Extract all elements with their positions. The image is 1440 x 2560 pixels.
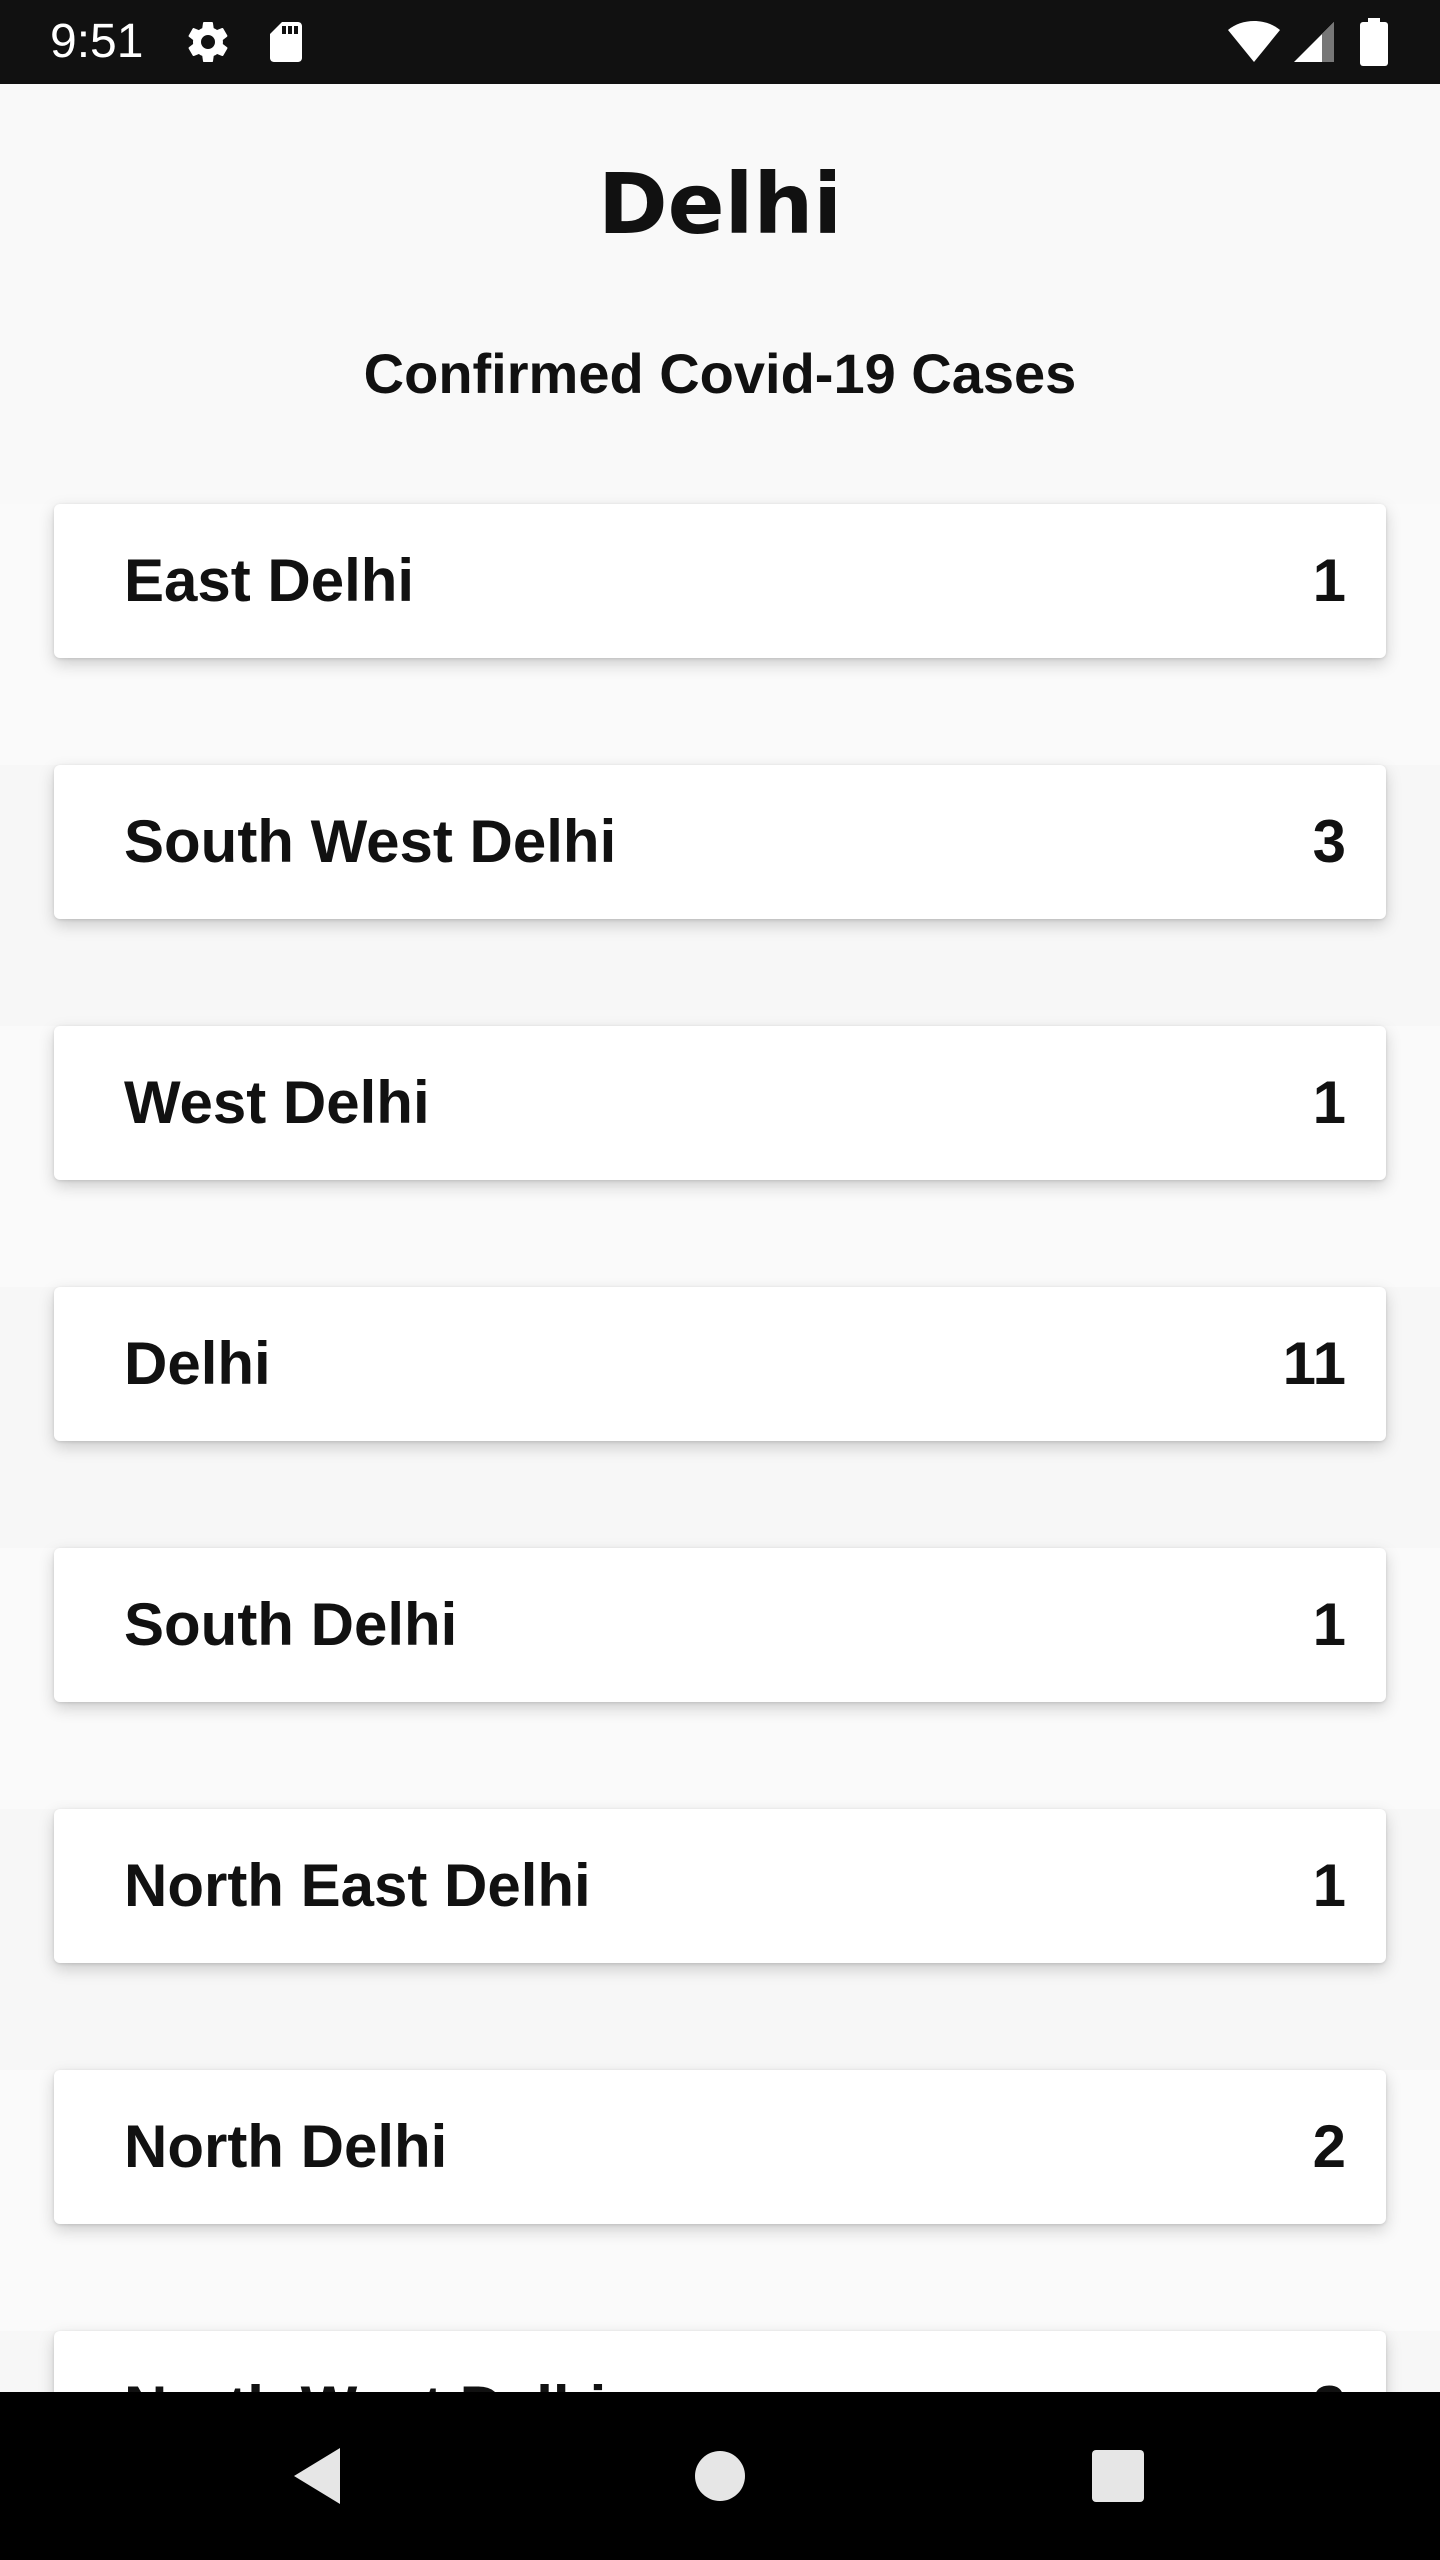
sd-card-icon	[262, 18, 310, 71]
district-name: East Delhi	[124, 547, 415, 614]
status-time: 9:51	[50, 15, 144, 68]
case-count: 2	[1312, 2113, 1346, 2180]
list-item[interactable]: West Delhi 1	[0, 1026, 1440, 1287]
page-title: Delhi	[597, 155, 843, 253]
case-count: 3	[1313, 2373, 1346, 2392]
main-content[interactable]: Delhi Confirmed Covid-19 Cases East Delh…	[0, 84, 1440, 2392]
district-name: North West Delhi	[124, 2373, 606, 2392]
district-card[interactable]: North West Delhi 3	[54, 2331, 1386, 2392]
case-count: 1	[1312, 1591, 1346, 1658]
case-count: 3	[1312, 808, 1346, 875]
list-item[interactable]: East Delhi 1	[0, 504, 1440, 765]
signal-icon	[1290, 18, 1338, 71]
list-item[interactable]: North Delhi 2	[0, 2070, 1440, 2331]
district-card[interactable]: North East Delhi 1	[54, 1809, 1386, 1963]
page-subtitle: Confirmed Covid-19 Cases	[363, 342, 1077, 405]
district-name: South Delhi	[124, 1591, 458, 1658]
recents-icon[interactable]	[1078, 2436, 1158, 2516]
home-icon[interactable]	[680, 2436, 760, 2516]
gear-icon	[184, 18, 232, 71]
district-card[interactable]: West Delhi 1	[54, 1026, 1386, 1180]
district-card[interactable]: South Delhi 1	[54, 1548, 1386, 1702]
battery-icon	[1356, 18, 1392, 71]
district-card[interactable]: Delhi 11	[54, 1287, 1386, 1441]
list-item[interactable]: South Delhi 1	[0, 1548, 1440, 1809]
district-card[interactable]: South West Delhi 3	[54, 765, 1386, 919]
wifi-icon	[1226, 18, 1282, 71]
district-card[interactable]: North Delhi 2	[54, 2070, 1386, 2224]
district-name: North Delhi	[124, 2113, 448, 2180]
district-list[interactable]: East Delhi 1 South West Delhi 3 West Del…	[0, 504, 1440, 2392]
district-card[interactable]: East Delhi 1	[54, 504, 1386, 658]
district-name: North East Delhi	[124, 1852, 591, 1919]
district-name: South West Delhi	[124, 808, 617, 875]
list-item[interactable]: South West Delhi 3	[0, 765, 1440, 1026]
case-count: 1	[1312, 1852, 1346, 1919]
case-count: 11	[1282, 1330, 1346, 1397]
back-icon[interactable]	[278, 2436, 358, 2516]
district-name: West Delhi	[124, 1069, 430, 1136]
list-item[interactable]: North East Delhi 1	[0, 1809, 1440, 2070]
case-count: 1	[1312, 1069, 1346, 1136]
list-item[interactable]: Delhi 11	[0, 1287, 1440, 1548]
district-name: Delhi	[124, 1330, 271, 1397]
list-item[interactable]: North West Delhi 3	[0, 2331, 1440, 2392]
case-count: 1	[1312, 547, 1346, 614]
navigation-bar	[0, 2392, 1440, 2560]
status-bar: 9:51	[0, 0, 1440, 84]
